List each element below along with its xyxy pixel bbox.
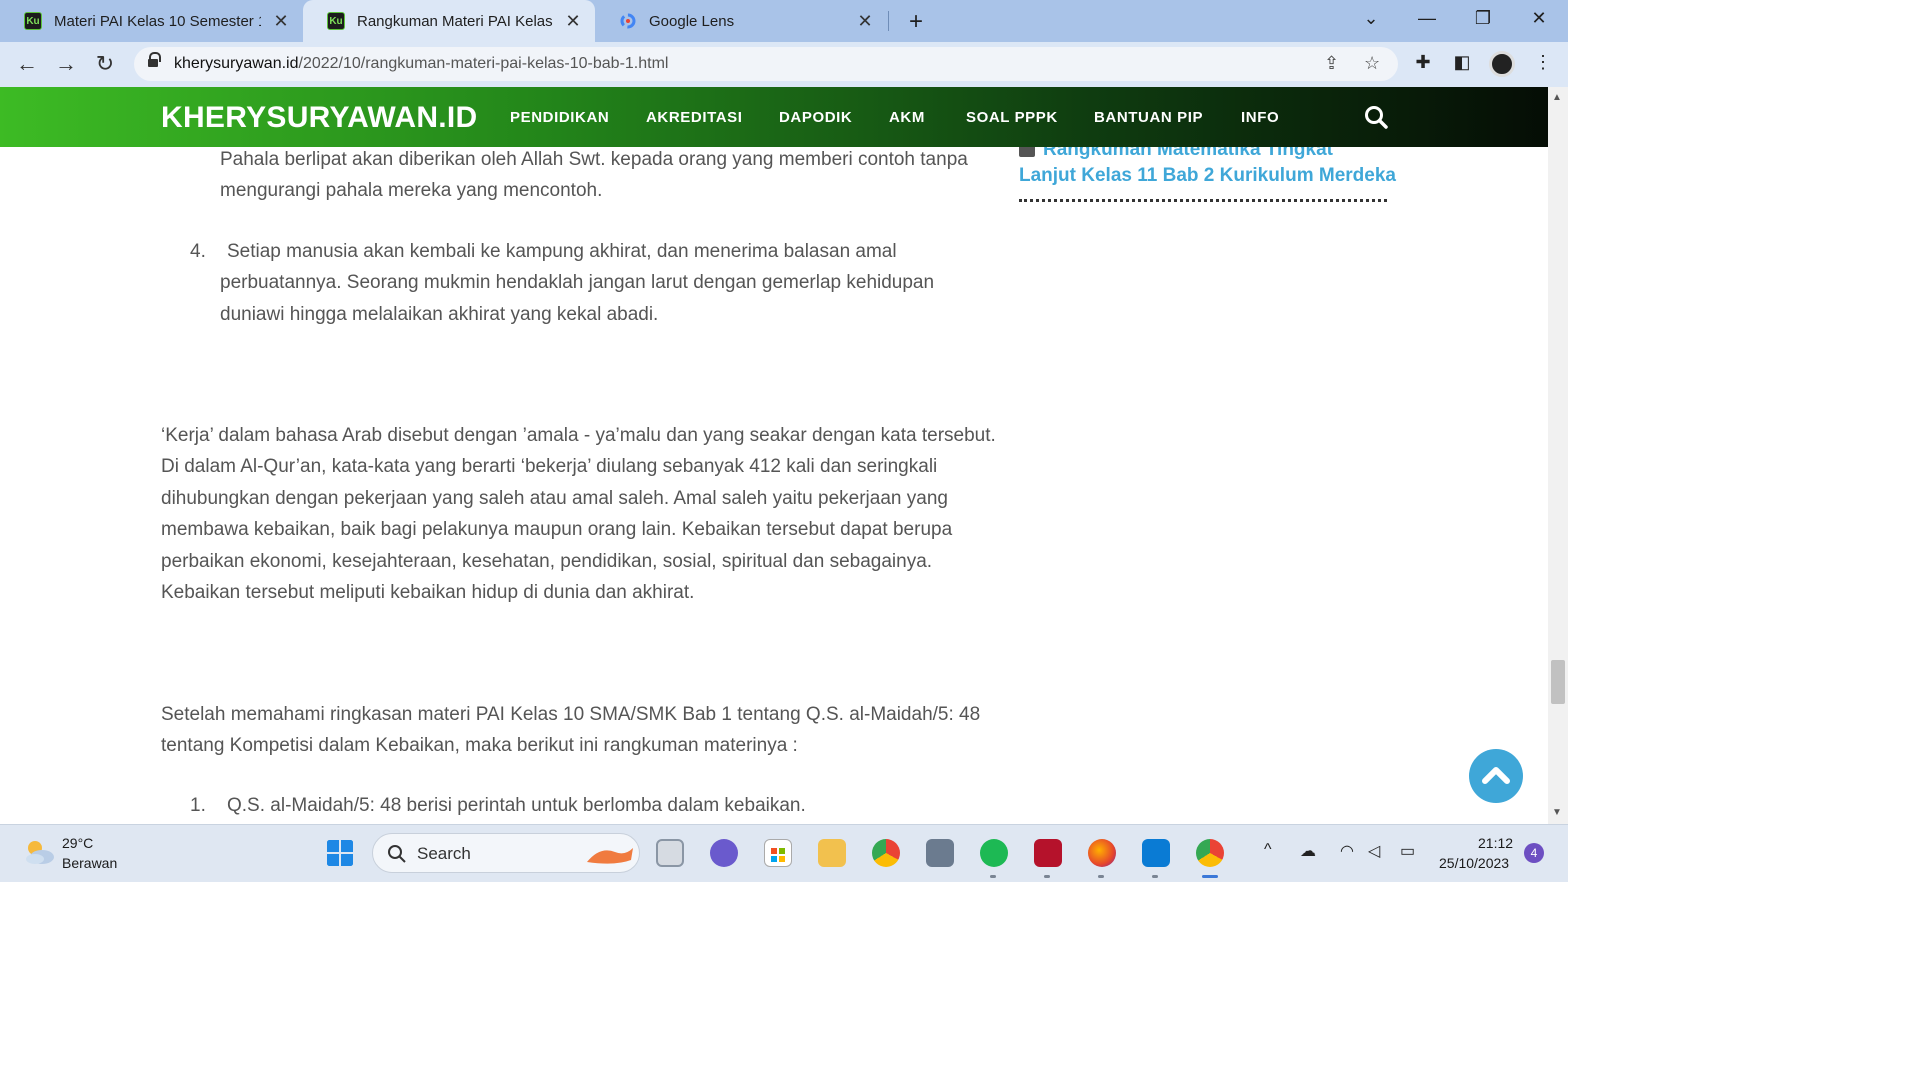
onedrive-error-icon[interactable]: ☁ [1300,841,1316,861]
page-scrollbar[interactable]: ▲ ▼ [1548,87,1568,824]
close-icon[interactable]: ✕ [855,11,875,32]
menu-kebab-icon[interactable]: ⋮ [1530,52,1556,73]
window-close-icon[interactable]: ✕ [1524,8,1554,29]
pencil-icon [1019,147,1035,157]
google-lens-icon [619,12,637,30]
battery-icon[interactable]: ▭ [1400,841,1415,861]
list-item-3-text: Pahala berlipat akan diberikan oleh Alla… [220,149,968,202]
spotify-icon[interactable] [980,839,1008,867]
tray-chevron-up-icon[interactable]: ^ [1264,841,1272,859]
kherysuryawan-favicon-icon: Ku [24,12,42,30]
nav-akm[interactable]: AKM [889,109,925,126]
share-icon[interactable]: ⇪ [1324,53,1339,74]
tab-title: Materi PAI Kelas 10 Semester 1 & [54,12,261,30]
teams-chat-icon[interactable] [710,839,738,867]
chrome-profile-icon[interactable] [1196,839,1224,867]
firefox-icon[interactable] [1088,839,1116,867]
lock-icon [148,52,161,69]
extensions-puzzle-icon[interactable]: ✚ [1410,52,1436,73]
tab-google-lens[interactable]: Google Lens ✕ [595,0,887,42]
wifi-icon[interactable]: ◠ [1340,841,1354,861]
forward-arrow-icon[interactable]: → [52,51,80,77]
windows-taskbar: 29°C Berawan Search ^ ☁ ◠ ◁ ▭ 21:12 25/1… [0,824,1568,882]
tab-separator [888,11,889,31]
search-icon[interactable] [1363,104,1389,130]
windows-start-icon[interactable] [326,839,354,867]
site-navbar: KHERYSURYAWAN.ID PENDIDIKAN AKREDITASI D… [0,87,1548,147]
vscode-icon[interactable] [1142,839,1170,867]
taskbar-search-box[interactable]: Search [372,833,640,873]
article-paragraph-setelah: Setelah memahami ringkasan materi PAI Ke… [161,704,981,757]
partly-cloudy-icon[interactable] [22,837,56,867]
nav-pendidikan[interactable]: PENDIDIKAN [510,109,609,126]
url-text[interactable]: kherysuryawan.id/2022/10/rangkuman-mater… [174,55,668,73]
search-highlight-icon [587,848,633,864]
tab-title: Google Lens [649,12,735,30]
tab-materi-pai[interactable]: Ku Materi PAI Kelas 10 Semester 1 & ✕ [0,0,303,42]
clock-date[interactable]: 25/10/2023 [1439,855,1509,871]
notification-badge[interactable]: 4 [1524,843,1544,863]
back-to-top-button[interactable] [1469,749,1523,803]
article-paragraph-kerja: ‘Kerja’ dalam bahasa Arab disebut dengan… [161,425,996,604]
red-app-icon[interactable] [1034,839,1062,867]
sidebar-related-link[interactable]: Rangkuman Matematika Tingkat Lanjut Kela… [1019,147,1399,189]
tab-rangkuman-materi[interactable]: Ku Rangkuman Materi PAI Kelas 10 ✕ [303,0,595,42]
tab-search-chevron-icon[interactable]: ⌄ [1356,8,1386,29]
restore-icon[interactable]: ❐ [1468,8,1498,29]
running-indicator [990,875,996,878]
weather-condition[interactable]: Berawan [62,855,117,871]
chrome-icon[interactable] [872,839,900,867]
list-item-1-text: Q.S. al-Maidah/5: 48 berisi perintah unt… [227,795,806,816]
file-explorer-icon[interactable] [818,839,846,867]
camera-app-icon[interactable] [926,839,954,867]
minimize-icon[interactable]: — [1412,8,1442,29]
close-icon[interactable]: ✕ [563,11,583,32]
clock-time[interactable]: 21:12 [1478,835,1513,851]
chevron-up-icon [1482,767,1510,784]
nav-dapodik[interactable]: DAPODIK [779,109,852,126]
article-body: Pahala berlipat akan diberikan oleh Alla… [0,147,1548,824]
sidebar-divider [1019,199,1387,202]
list-item-4-number: 4. [190,241,206,262]
task-view-icon[interactable] [656,839,684,867]
running-indicator [1044,875,1050,878]
browser-tab-strip: Ku Materi PAI Kelas 10 Semester 1 & ✕ Ku… [0,0,1568,42]
search-icon [388,845,406,863]
volume-icon[interactable]: ◁ [1368,841,1380,861]
nav-bantuan-pip[interactable]: BANTUAN PIP [1094,109,1203,126]
list-item-4-text: Setiap manusia akan kembali ke kampung a… [220,241,935,325]
reload-icon[interactable]: ↻ [91,51,119,77]
weather-temperature[interactable]: 29°C [62,835,93,851]
side-panel-icon[interactable]: ◧ [1449,52,1475,73]
browser-toolbar: ← → ↻ kherysuryawan.id/2022/10/rangkuman… [0,42,1568,87]
scroll-down-arrow-icon[interactable]: ▼ [1552,807,1562,818]
address-bar[interactable]: kherysuryawan.id/2022/10/rangkuman-mater… [134,47,1398,81]
nav-soal-pppk[interactable]: SOAL PPPK [966,109,1058,126]
profile-avatar[interactable] [1489,51,1515,77]
list-item-1-number: 1. [190,795,206,816]
taskbar-search-placeholder: Search [417,844,471,863]
back-arrow-icon[interactable]: ← [13,51,41,77]
tab-title: Rangkuman Materi PAI Kelas 10 [357,12,553,30]
kherysuryawan-favicon-icon: Ku [327,12,345,30]
microsoft-store-icon[interactable] [764,839,792,867]
bookmark-star-icon[interactable]: ☆ [1364,53,1380,74]
new-tab-plus-icon[interactable]: + [903,8,929,36]
scroll-thumb[interactable] [1551,660,1565,704]
site-logo[interactable]: KHERYSURYAWAN.ID [161,101,478,135]
running-indicator [1098,875,1104,878]
active-indicator [1202,875,1218,878]
running-indicator [1152,875,1158,878]
nav-akreditasi[interactable]: AKREDITASI [646,109,743,126]
nav-info[interactable]: INFO [1241,109,1279,126]
close-icon[interactable]: ✕ [271,11,291,32]
scroll-up-arrow-icon[interactable]: ▲ [1552,92,1562,103]
